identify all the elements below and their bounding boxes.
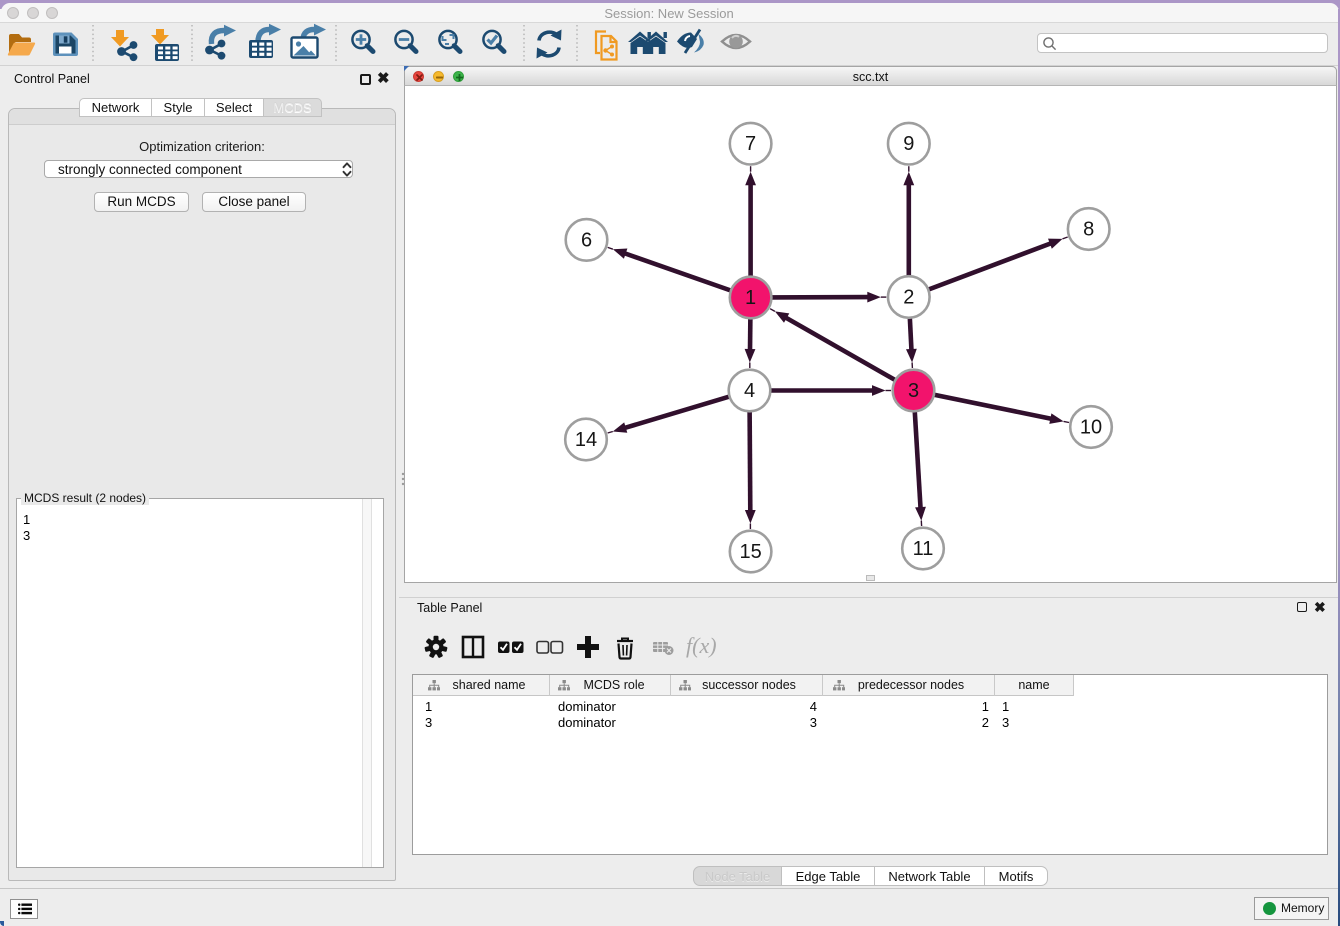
svg-text:8: 8 (1083, 219, 1094, 241)
svg-text:7: 7 (745, 133, 756, 155)
svg-text:14: 14 (575, 429, 597, 451)
svg-text:15: 15 (739, 541, 761, 563)
svg-text:2: 2 (903, 287, 914, 309)
svg-text:11: 11 (913, 538, 934, 560)
svg-text:9: 9 (903, 133, 914, 155)
svg-text:4: 4 (744, 380, 755, 402)
svg-text:10: 10 (1080, 417, 1102, 439)
svg-text:1: 1 (745, 287, 756, 309)
svg-text:3: 3 (908, 380, 919, 402)
svg-text:6: 6 (581, 229, 592, 251)
